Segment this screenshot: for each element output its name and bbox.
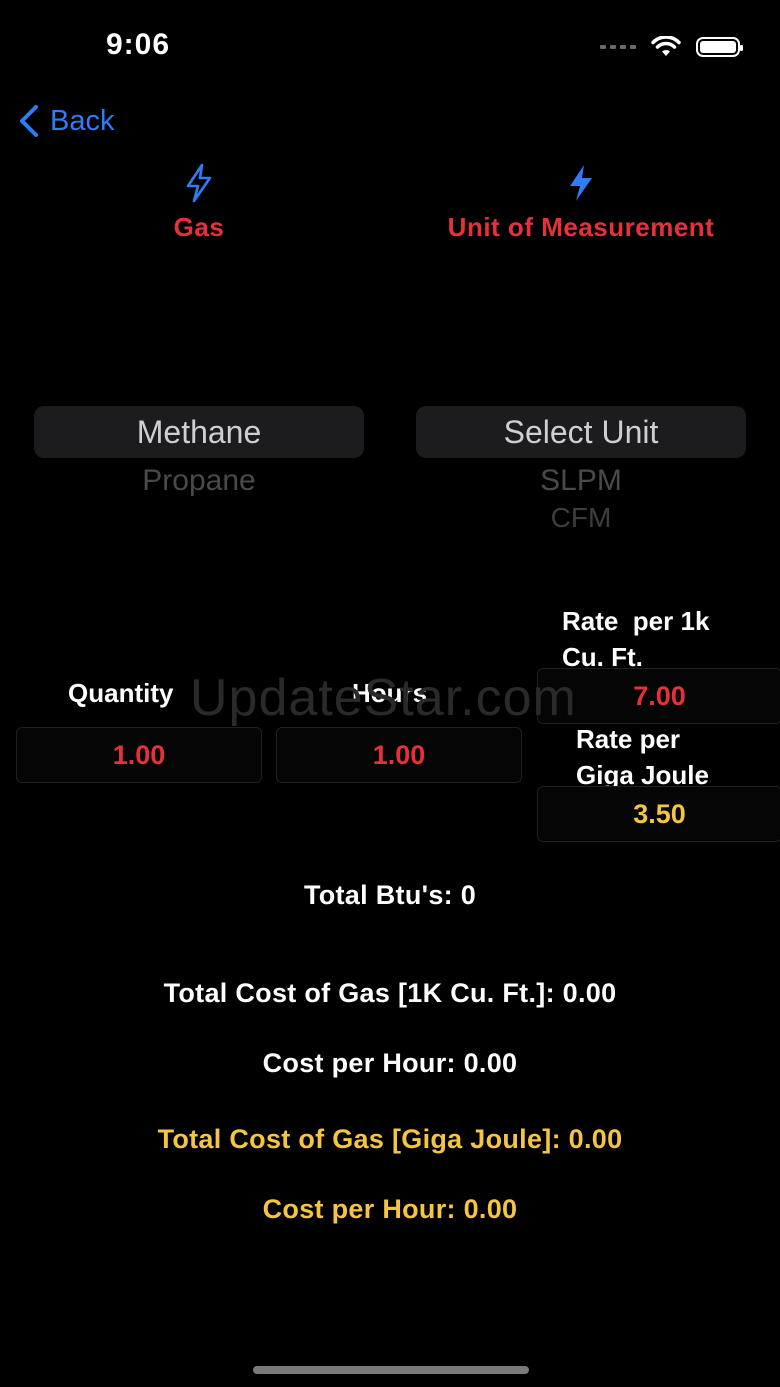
gas-picker-option[interactable]: Propane bbox=[34, 464, 364, 498]
rate-cuft-label-line1: Rate per 1k bbox=[562, 606, 710, 636]
home-indicator bbox=[253, 1366, 529, 1374]
signal-icon bbox=[600, 45, 636, 49]
unit-picker-option[interactable]: CFM bbox=[416, 502, 746, 534]
bolt-icon bbox=[186, 163, 212, 203]
unit-header-title: Unit of Measurement bbox=[447, 212, 715, 242]
unit-picker[interactable]: Select Unit SLPM CFM bbox=[416, 406, 746, 534]
quantity-label: Quantity bbox=[68, 678, 174, 708]
rate-gj-field[interactable]: 3.50 bbox=[537, 786, 780, 842]
gas-picker[interactable]: Methane Propane bbox=[34, 406, 364, 498]
quantity-field[interactable]: 1.00 bbox=[16, 727, 262, 783]
cost-per-hour-gj: Cost per Hour: 0.00 bbox=[262, 1194, 518, 1224]
hours-field[interactable]: 1.00 bbox=[276, 727, 522, 783]
rate-gj-label: Rate per Giga Joule bbox=[576, 721, 709, 793]
unit-picker-selected[interactable]: Select Unit bbox=[416, 406, 746, 458]
unit-header: Unit of Measurement bbox=[416, 163, 746, 243]
rate-cuft-label: Rate per 1k Cu. Ft. bbox=[562, 603, 709, 675]
status-icons bbox=[600, 36, 743, 58]
status-time: 9:06 bbox=[106, 28, 171, 61]
total-cost-cuft: Total Cost of Gas [1K Cu. Ft.]: 0.00 bbox=[163, 978, 617, 1008]
unit-picker-option[interactable]: SLPM bbox=[416, 464, 746, 498]
hours-label: Hours bbox=[352, 678, 428, 708]
total-cost-gj: Total Cost of Gas [Giga Joule]: 0.00 bbox=[157, 1124, 623, 1154]
battery-icon bbox=[696, 37, 743, 57]
rate-cuft-field[interactable]: 7.00 bbox=[537, 668, 780, 724]
back-label: Back bbox=[50, 104, 115, 137]
gas-header-title: Gas bbox=[173, 212, 225, 242]
cost-per-hour-cuft: Cost per Hour: 0.00 bbox=[262, 1048, 518, 1078]
back-button[interactable]: Back bbox=[18, 104, 114, 138]
gas-header: Gas bbox=[34, 163, 364, 243]
wifi-icon bbox=[651, 36, 681, 56]
total-btu: Total Btu's: 0 bbox=[303, 880, 477, 910]
bolt-fill-icon bbox=[570, 165, 592, 201]
chevron-left-icon bbox=[20, 105, 38, 137]
gas-picker-selected[interactable]: Methane bbox=[34, 406, 364, 458]
rate-gj-label-line1: Rate per bbox=[576, 724, 681, 754]
